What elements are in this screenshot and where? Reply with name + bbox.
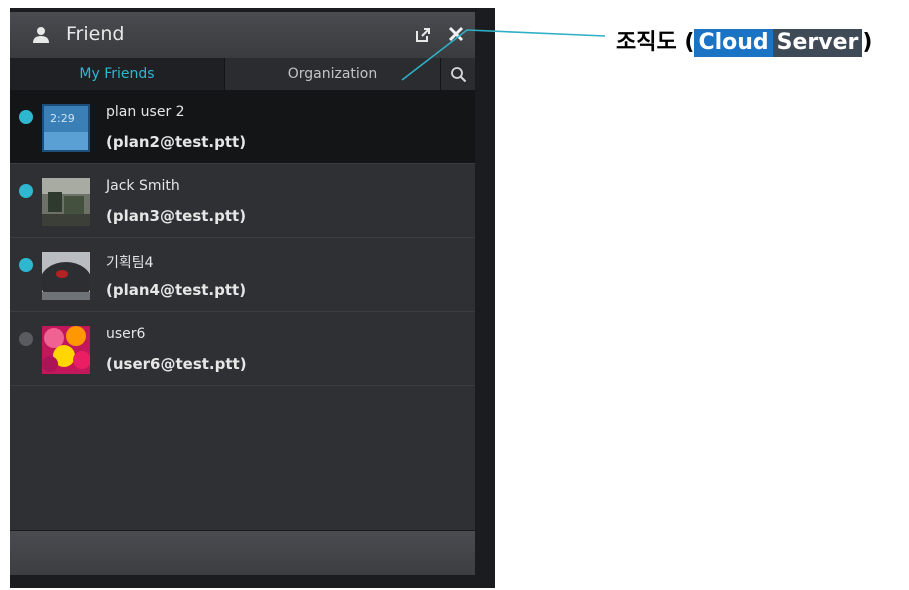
- avatar: [42, 326, 90, 374]
- tab-bar: My Friends Organization: [10, 58, 475, 90]
- tab-my-friends[interactable]: My Friends: [10, 58, 225, 90]
- bottom-bar: [10, 530, 475, 575]
- tab-organization[interactable]: Organization: [225, 58, 441, 90]
- search-button[interactable]: [441, 58, 475, 90]
- window-titlebar[interactable]: Friend: [10, 12, 475, 59]
- avatar: 2:29: [42, 104, 90, 152]
- friend-email: (user6@test.ptt): [106, 355, 247, 373]
- annotation-suffix: ): [862, 30, 873, 55]
- search-icon: [451, 67, 467, 83]
- friend-email: (plan3@test.ptt): [106, 207, 247, 225]
- friend-row[interactable]: 기획팀4 (plan4@test.ptt): [10, 238, 475, 312]
- friend-row[interactable]: user6 (user6@test.ptt): [10, 312, 475, 386]
- friend-row[interactable]: Jack Smith (plan3@test.ptt): [10, 164, 475, 238]
- annotation-prefix: 조직도 (: [616, 30, 695, 55]
- friend-name: user6: [106, 326, 146, 342]
- annotation-chip-cloud: Cloud: [694, 29, 773, 57]
- user-icon: [33, 27, 49, 43]
- friend-name: Jack Smith: [106, 178, 180, 194]
- friend-list: 2:29 plan user 2 (plan2@test.ptt) Jack S…: [10, 90, 475, 530]
- friend-email: (plan2@test.ptt): [106, 133, 247, 151]
- close-icon[interactable]: [446, 24, 466, 44]
- avatar: [42, 252, 90, 300]
- annotation-label: 조직도 (Cloud Server): [616, 24, 872, 57]
- friend-row[interactable]: 2:29 plan user 2 (plan2@test.ptt): [10, 90, 475, 164]
- online-status-dot: [19, 110, 33, 124]
- window-title: Friend: [66, 23, 125, 45]
- svg-text:2:29: 2:29: [50, 112, 75, 125]
- offline-status-dot: [19, 332, 33, 346]
- avatar: [42, 178, 90, 226]
- online-status-dot: [19, 258, 33, 272]
- friend-email: (plan4@test.ptt): [106, 281, 247, 299]
- friend-name: 기획팀4: [106, 255, 154, 271]
- popout-icon[interactable]: [414, 26, 432, 44]
- annotation-chip-server: Server: [772, 29, 863, 57]
- online-status-dot: [19, 184, 33, 198]
- friend-name: plan user 2: [106, 104, 185, 120]
